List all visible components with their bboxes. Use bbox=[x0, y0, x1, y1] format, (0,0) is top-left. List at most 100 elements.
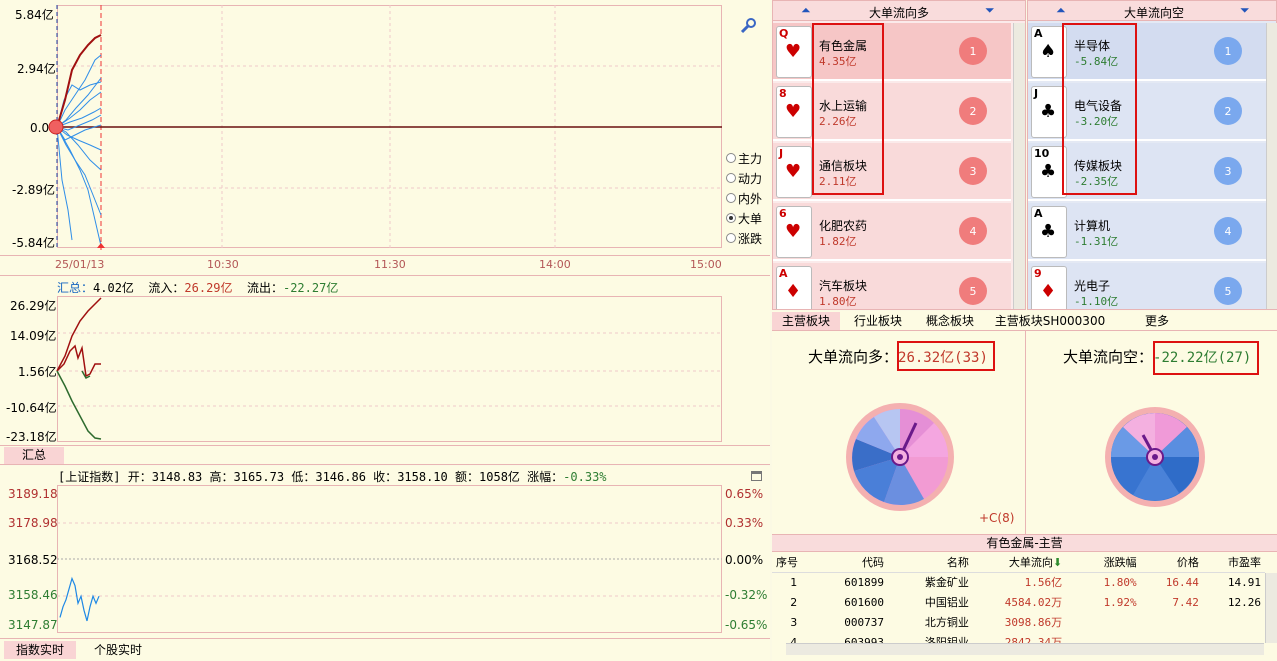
col-header[interactable]: 涨跌幅 bbox=[1066, 552, 1141, 572]
rank-badge: 2 bbox=[959, 97, 987, 125]
highlight-box bbox=[1062, 23, 1137, 195]
x-tick: 15:00 bbox=[690, 258, 722, 271]
card-rank: Q bbox=[779, 27, 789, 40]
rank-badge: 5 bbox=[1214, 277, 1242, 305]
sector-row[interactable]: A ♣ 计算机 -1.31亿 4 bbox=[1028, 203, 1266, 261]
card-rank: J bbox=[779, 147, 784, 160]
table-header-row: 序号 代码 名称 大单流向⬇ 涨跌幅 价格 市盈率 bbox=[772, 552, 1265, 572]
table-scrollbar-v[interactable] bbox=[1265, 573, 1277, 643]
table-cell: 4584.02万 bbox=[1004, 596, 1063, 609]
table-cell: 14.91 bbox=[1227, 575, 1261, 589]
stock-table-title: 有色金属-主营 bbox=[772, 535, 1277, 552]
sector-name: 化肥农药 bbox=[819, 219, 868, 233]
tab-summary[interactable]: 汇总 bbox=[4, 447, 64, 464]
sector-name: 汽车板块 bbox=[819, 279, 868, 293]
sector-row[interactable]: Q ♥ 有色金属 4.35亿 1 bbox=[773, 23, 1011, 81]
table-cell: 北方铜业 bbox=[924, 616, 969, 629]
card-rank: 6 bbox=[779, 207, 787, 220]
col-header[interactable]: 市盈率 bbox=[1203, 552, 1265, 572]
collapse-down-icon[interactable]: ⏷ bbox=[1240, 3, 1250, 18]
table-row[interactable]: 2 601600 中国铝业 4584.02万 1.92% 7.42 12.26 bbox=[772, 592, 1265, 612]
sector-row[interactable]: A ♦ 汽车板块 1.80亿 5 bbox=[773, 263, 1011, 309]
radio-big-order[interactable]: 大单 bbox=[726, 208, 762, 228]
playing-card-icon: Q ♥ bbox=[776, 26, 812, 78]
sector-row[interactable]: 6 ♥ 化肥农药 1.82亿 4 bbox=[773, 203, 1011, 261]
sector-value: -1.31亿 bbox=[1074, 235, 1119, 248]
table-cell: 1 bbox=[790, 575, 798, 589]
radio-dot bbox=[726, 173, 736, 183]
stock-table-panel: 有色金属-主营 序号 代码 名称 大单流向⬇ 涨跌幅 价格 市盈率 1 60189… bbox=[772, 535, 1277, 661]
playing-card-icon: A ♦ bbox=[776, 266, 812, 309]
inflow-scrollbar[interactable] bbox=[1013, 23, 1025, 309]
sector-row[interactable]: 8 ♥ 水上运输 2.26亿 2 bbox=[773, 83, 1011, 141]
radio-label: 涨跌 bbox=[738, 231, 763, 246]
x-tick: 10:30 bbox=[207, 258, 239, 271]
table-cell bbox=[1203, 612, 1265, 632]
short-pie-chart bbox=[1105, 407, 1205, 507]
col-header[interactable]: 名称 bbox=[888, 552, 973, 572]
table-cell: 12.26 bbox=[1227, 595, 1261, 609]
col-header-sorted[interactable]: 大单流向⬇ bbox=[973, 552, 1066, 572]
collapse-down-icon[interactable]: ⏷ bbox=[985, 3, 995, 18]
tab-index-realtime[interactable]: 指数实时 bbox=[4, 641, 76, 659]
table-row[interactable]: 3 000737 北方铜业 3098.86万 bbox=[772, 612, 1265, 632]
wrench-icon[interactable] bbox=[738, 16, 758, 36]
x-tick: 25/01/13 bbox=[55, 258, 105, 271]
flow-type-radio-group: 主力 动力 内外 大单 涨跌 bbox=[726, 148, 762, 248]
rank-badge: 2 bbox=[1214, 97, 1242, 125]
long-pie-chart bbox=[846, 403, 954, 511]
table-cell: 601600 bbox=[844, 595, 884, 609]
col-header[interactable]: 序号 bbox=[772, 552, 816, 572]
table-cell: 2 bbox=[790, 595, 798, 609]
tab-main-sector[interactable]: 主营板块 bbox=[772, 312, 840, 330]
card-suit: ♦ bbox=[785, 281, 802, 302]
bottom-tab-bar: 指数实时 个股实时 bbox=[0, 638, 770, 661]
inflow-list: Q ♥ 有色金属 4.35亿 1 8 ♥ 水上运输 2.26亿 2 J ♥ 通信板块 2.11亿 3 6 ♥ 化肥… bbox=[773, 23, 1013, 309]
table-scrollbar-h[interactable] bbox=[786, 643, 1264, 655]
rank-badge: 1 bbox=[959, 37, 987, 65]
sector-value: 1.82亿 bbox=[819, 235, 857, 248]
playing-card-icon: 8 ♥ bbox=[776, 86, 812, 138]
sector-name: 计算机 bbox=[1074, 219, 1111, 233]
col-header[interactable]: 代码 bbox=[816, 552, 889, 572]
table-cell bbox=[1066, 612, 1141, 632]
radio-main[interactable]: 主力 bbox=[726, 148, 762, 168]
highlight-box bbox=[1153, 341, 1259, 375]
card-suit: ♣ bbox=[1040, 101, 1057, 122]
card-rank: J bbox=[1034, 87, 1039, 100]
radio-label: 动力 bbox=[738, 171, 763, 186]
radio-rise-fall[interactable]: 涨跌 bbox=[726, 228, 762, 248]
index-chart-panel: [上证指数] 开：3148.83 高：3165.73 低：3146.86 收：3… bbox=[0, 466, 770, 638]
highlight-box bbox=[812, 23, 884, 195]
collapse-up-icon[interactable]: ⏶ bbox=[801, 3, 811, 18]
tab-industry-sector[interactable]: 行业板块 bbox=[844, 312, 912, 330]
radio-momentum[interactable]: 动力 bbox=[726, 168, 762, 188]
col-header[interactable]: 价格 bbox=[1141, 552, 1203, 572]
playing-card-icon: A ♣ bbox=[1031, 206, 1067, 258]
radio-label: 内外 bbox=[738, 191, 763, 206]
card-rank: A bbox=[1034, 207, 1043, 220]
radio-inout[interactable]: 内外 bbox=[726, 188, 762, 208]
table-cell: 000737 bbox=[844, 615, 884, 629]
summary-tab-bar: 汇总 bbox=[0, 445, 770, 465]
flow-chart-panel: 5.84亿 2.94亿 0.0 -2.89亿 -5.84亿 主力 动力 内外 大… bbox=[0, 0, 770, 275]
collapse-up-icon[interactable]: ⏶ bbox=[1056, 3, 1066, 18]
sector-row[interactable]: 9 ♦ 光电子 -1.10亿 5 bbox=[1028, 263, 1266, 309]
tab-stock-realtime[interactable]: 个股实时 bbox=[82, 641, 154, 659]
outflow-scrollbar[interactable] bbox=[1266, 23, 1277, 309]
inflow-header: ⏶ 大单流向多 ⏷ bbox=[773, 1, 1025, 21]
card-suit: ♥ bbox=[785, 161, 802, 182]
tab-concept-sector[interactable]: 概念板块 bbox=[916, 312, 984, 330]
table-cell: 7.42 bbox=[1172, 595, 1199, 609]
table-row[interactable]: 1 601899 紫金矿业 1.56亿 1.80% 16.44 14.91 bbox=[772, 572, 1265, 592]
table-cell: 紫金矿业 bbox=[924, 576, 969, 590]
table-cell: 601899 bbox=[844, 575, 884, 589]
stock-table-title-text: 有色金属-主营 bbox=[986, 536, 1063, 550]
sector-row[interactable]: J ♥ 通信板块 2.11亿 3 bbox=[773, 143, 1011, 201]
tab-more[interactable]: 更多 bbox=[1122, 312, 1192, 330]
table-cell: 3 bbox=[790, 615, 798, 629]
table-cell: 中国铝业 bbox=[924, 596, 969, 609]
playing-card-icon: J ♥ bbox=[776, 146, 812, 198]
sort-down-arrow-icon: ⬇ bbox=[1052, 555, 1063, 569]
tab-main-sector-hs300[interactable]: 主营板块SH000300 bbox=[988, 312, 1112, 330]
